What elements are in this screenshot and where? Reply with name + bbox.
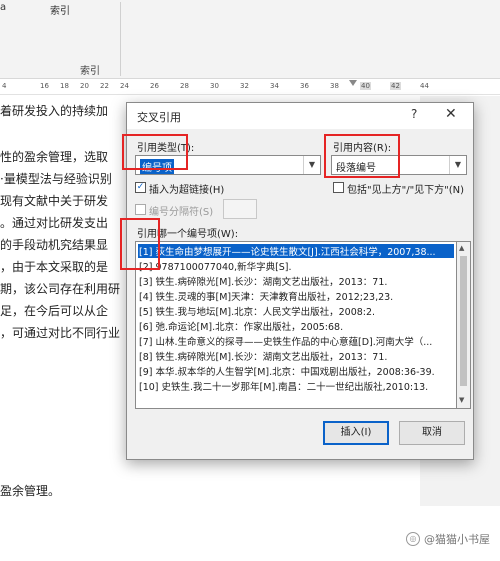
ruler-indent-marker[interactable] bbox=[349, 80, 357, 86]
doc-line: 现有文献中关于研发 bbox=[0, 194, 109, 208]
scroll-up-icon[interactable]: ▲ bbox=[459, 244, 464, 252]
ruler-tick: 42 bbox=[390, 82, 401, 90]
ribbon-group-index: 索引 bbox=[80, 66, 100, 77]
close-icon[interactable]: ✕ bbox=[445, 106, 457, 122]
list-item[interactable]: [7] 山林.生命意义的探寻——史铁生作品的中心意蕴[D].河南大学（... bbox=[139, 334, 432, 348]
ruler-tick: 28 bbox=[180, 82, 189, 90]
watermark-logo-icon: ◎ bbox=[406, 532, 420, 546]
ruler-tick: 34 bbox=[270, 82, 279, 90]
doc-line: 的手段动机究结果显 bbox=[0, 238, 109, 252]
include-above-below-checkbox[interactable] bbox=[333, 182, 344, 193]
watermark: ◎ @猫猫小书屋 bbox=[406, 531, 490, 547]
doc-line: 性的盈余管理，选取 bbox=[0, 150, 109, 164]
insert-button[interactable]: 插入(I) bbox=[323, 421, 389, 445]
separator-checkbox[interactable] bbox=[135, 204, 146, 215]
help-icon[interactable]: ? bbox=[411, 107, 417, 121]
numbered-items-list[interactable]: [1] 荻生命由梦想展开——论史铁生散文[J].江西社会科学，2007,38..… bbox=[135, 241, 457, 409]
dialog-title: 交叉引用 bbox=[137, 111, 181, 124]
scrollbar-thumb[interactable] bbox=[460, 256, 467, 386]
insert-hyperlink-checkbox[interactable]: ✓ bbox=[135, 182, 146, 193]
ribbon: a 索引 索引 bbox=[0, 0, 500, 79]
ref-content-select[interactable]: 段落编号 ▼ bbox=[331, 155, 467, 175]
doc-line: ，由于本文采取的是 bbox=[0, 260, 109, 274]
doc-line: 期，该公司存在利用研 bbox=[0, 282, 121, 296]
ref-type-label: 引用类型(T): bbox=[137, 143, 195, 154]
ruler-tick: 32 bbox=[240, 82, 249, 90]
cancel-button[interactable]: 取消 bbox=[399, 421, 465, 445]
ref-type-select[interactable]: 编号项 ▼ bbox=[135, 155, 321, 175]
scroll-down-icon[interactable]: ▼ bbox=[459, 396, 464, 404]
ruler-tick: 16 bbox=[40, 82, 49, 90]
ruler[interactable]: 4 16 18 20 22 24 26 28 30 32 34 36 38 40… bbox=[0, 80, 500, 95]
cross-reference-dialog: 交叉引用 ? ✕ 引用类型(T): 编号项 ▼ 引用内容(R): 段落编号 ▼ … bbox=[126, 102, 474, 460]
list-scrollbar[interactable]: ▲ ▼ bbox=[457, 241, 471, 409]
list-item[interactable]: [10] 史铁生.我二十一岁那年[M].南昌：二十一世纪出版社,2010:13. bbox=[139, 379, 428, 393]
include-above-below-label: 包括"见上方"/"见下方"(N) bbox=[347, 185, 465, 196]
list-item[interactable]: [5] 铁生.我与地坛[M].北京：人民文学出版社，2008:2. bbox=[139, 304, 375, 318]
doc-line: 足，在今后可以从企 bbox=[0, 304, 109, 318]
list-item[interactable]: [9] 本华.叔本华的人生智学[M].北京：中国戏剧出版社，2008:36-39… bbox=[139, 364, 435, 378]
separator-label: 编号分隔符(S) bbox=[149, 207, 214, 218]
ruler-tick: 20 bbox=[80, 82, 89, 90]
list-item[interactable]: [1] 荻生命由梦想展开——论史铁生散文[J].江西社会科学，2007,38..… bbox=[138, 244, 454, 258]
ribbon-separator bbox=[120, 2, 121, 76]
ruler-tick: 24 bbox=[120, 82, 129, 90]
ref-content-value: 段落编号 bbox=[336, 163, 376, 174]
ruler-tick: 36 bbox=[300, 82, 309, 90]
doc-line: 盈余管理。 bbox=[0, 484, 61, 498]
ruler-tick: 18 bbox=[60, 82, 69, 90]
doc-line: ，可通过对比不同行业 bbox=[0, 326, 121, 340]
ruler-tick: 22 bbox=[100, 82, 109, 90]
list-item[interactable]: [8] 铁生.病碎隙光[M].长沙：湖南文艺出版社，2013：71. bbox=[139, 349, 387, 363]
ruler-tick: 4 bbox=[2, 82, 7, 90]
ruler-tick: 26 bbox=[150, 82, 159, 90]
doc-line: 。通过对比研发支出 bbox=[0, 216, 109, 230]
ruler-tick: 40 bbox=[360, 82, 371, 90]
watermark-text: @猫猫小书屋 bbox=[424, 533, 490, 546]
which-item-label: 引用哪一个编号项(W): bbox=[137, 229, 239, 240]
doc-line: ·量模型法与经验识别 bbox=[0, 172, 112, 186]
list-item[interactable]: [2] 9787100077040,新华字典[S]. bbox=[139, 259, 292, 273]
list-item[interactable]: [3] 铁生.病碎隙光[M].长沙：湖南文艺出版社，2013：71. bbox=[139, 274, 387, 288]
dialog-titlebar[interactable]: 交叉引用 ? ✕ bbox=[127, 103, 473, 129]
ref-content-label: 引用内容(R): bbox=[333, 143, 392, 154]
list-item[interactable]: [4] 铁生.灵魂的事[M]天津：天津教育出版社，2012;23,23. bbox=[139, 289, 393, 303]
chevron-down-icon: ▼ bbox=[303, 156, 320, 174]
separator-input[interactable] bbox=[223, 199, 257, 219]
ruler-tick: 38 bbox=[330, 82, 339, 90]
insert-hyperlink-label: 插入为超链接(H) bbox=[149, 185, 225, 196]
ruler-tick: 30 bbox=[210, 82, 219, 90]
ruler-tick: 44 bbox=[420, 82, 429, 90]
ribbon-button-partial[interactable]: a bbox=[0, 2, 6, 13]
list-item[interactable]: [6] 弛.命运论[M].北京：作家出版社，2005:68. bbox=[139, 319, 343, 333]
ref-type-value: 编号项 bbox=[140, 159, 174, 174]
doc-line: 着研发投入的持续加 bbox=[0, 104, 109, 118]
chevron-down-icon: ▼ bbox=[449, 156, 466, 174]
ribbon-index-button[interactable]: 索引 bbox=[50, 2, 70, 17]
